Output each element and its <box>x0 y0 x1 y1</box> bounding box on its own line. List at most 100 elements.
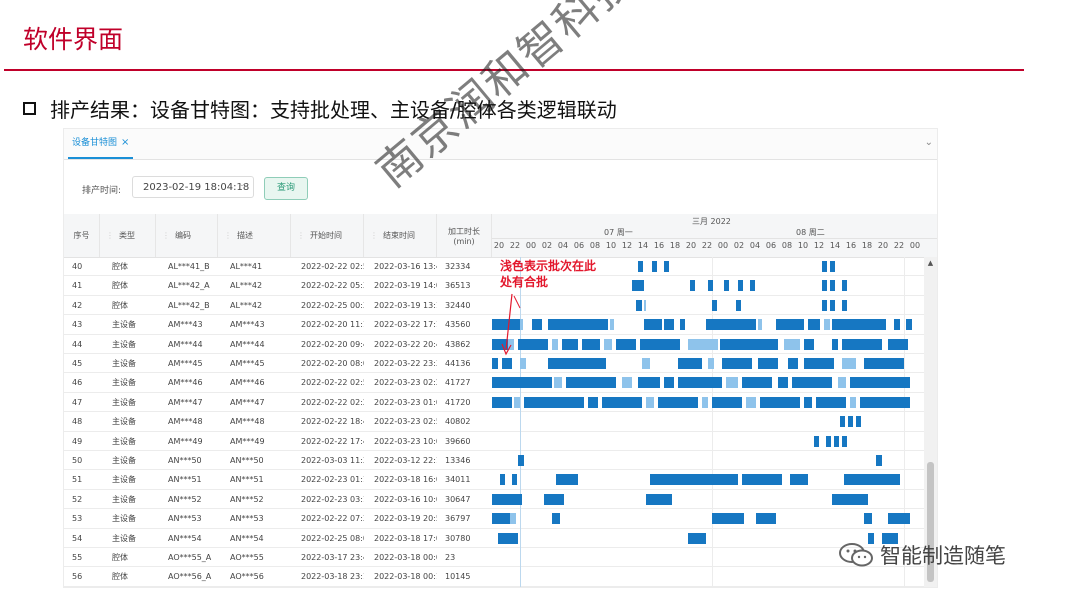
gantt-task-bar[interactable] <box>722 358 752 369</box>
gantt-task-bar[interactable] <box>664 319 674 331</box>
gantt-task-bar[interactable] <box>492 513 510 525</box>
gantt-task-bar[interactable] <box>644 319 662 331</box>
tab-equipment-gantt[interactable]: 设备甘特图 × <box>68 129 134 159</box>
gantt-task-bar[interactable] <box>826 435 831 447</box>
gantt-task-bar[interactable] <box>804 396 812 408</box>
gantt-task-bar[interactable] <box>832 338 838 350</box>
gantt-task-bar[interactable] <box>788 358 798 369</box>
gantt-task-bar[interactable] <box>544 493 564 505</box>
gantt-task-bar[interactable] <box>498 532 518 544</box>
gantt-task-bar[interactable] <box>864 513 872 525</box>
gantt-task-bar[interactable] <box>750 280 755 292</box>
gantt-task-bar[interactable] <box>822 261 827 272</box>
gantt-task-bar[interactable] <box>664 377 674 389</box>
gantt-task-bar[interactable] <box>778 377 788 389</box>
gantt-task-bar[interactable] <box>642 358 650 369</box>
gantt-task-bar[interactable] <box>492 396 512 408</box>
gantt-task-bar[interactable] <box>842 435 847 447</box>
gantt-task-bar[interactable] <box>814 435 819 447</box>
gantt-task-bar[interactable] <box>816 396 846 408</box>
gantt-task-bar[interactable] <box>906 319 912 331</box>
gantt-task-bar[interactable] <box>636 299 642 311</box>
gantt-task-bar[interactable] <box>848 416 853 428</box>
gantt-task-bar[interactable] <box>510 513 516 525</box>
vertical-scrollbar[interactable]: ▲ <box>924 257 937 587</box>
gantt-task-bar[interactable] <box>850 377 910 389</box>
gantt-task-bar[interactable] <box>688 532 706 544</box>
gantt-task-bar[interactable] <box>790 474 808 486</box>
gantt-task-bar[interactable] <box>500 474 505 486</box>
gantt-task-bar[interactable] <box>552 338 558 350</box>
col-seq[interactable]: 序号 <box>64 214 100 257</box>
schedule-time-picker[interactable]: 2023-02-19 18:04:18 ﹀ <box>132 176 254 198</box>
gantt-task-bar[interactable] <box>834 435 839 447</box>
close-icon[interactable]: × <box>121 129 129 158</box>
gantt-task-bar[interactable] <box>616 338 636 350</box>
gantt-task-bar[interactable] <box>712 299 717 311</box>
gantt-task-bar[interactable] <box>756 513 776 525</box>
gantt-task-bar[interactable] <box>556 474 578 486</box>
gantt-task-bar[interactable] <box>708 280 713 292</box>
col-desc[interactable]: ⋮ 描述 <box>218 214 291 257</box>
gantt-task-bar[interactable] <box>552 513 560 525</box>
gantt-task-bar[interactable] <box>840 416 845 428</box>
col-type[interactable]: ⋮ 类型 <box>100 214 156 257</box>
gantt-task-bar[interactable] <box>646 493 672 505</box>
gantt-task-bar[interactable] <box>758 319 762 331</box>
gantt-task-bar[interactable] <box>758 358 778 369</box>
gantt-task-bar[interactable] <box>856 416 861 428</box>
gantt-task-bar[interactable] <box>736 299 741 311</box>
gantt-task-bar[interactable] <box>678 377 722 389</box>
gantt-task-bar[interactable] <box>830 280 835 292</box>
gantt-task-bar[interactable] <box>690 280 695 292</box>
col-code[interactable]: ⋮ 编码 <box>156 214 218 257</box>
gantt-task-bar[interactable] <box>842 338 882 350</box>
gantt-task-bar[interactable] <box>864 358 904 369</box>
gantt-task-bar[interactable] <box>512 474 517 486</box>
gantt-task-bar[interactable] <box>742 474 782 486</box>
gantt-task-bar[interactable] <box>492 493 522 505</box>
gantt-task-bar[interactable] <box>724 280 729 292</box>
gantt-task-bar[interactable] <box>602 396 642 408</box>
gantt-task-bar[interactable] <box>532 319 542 331</box>
gantt-task-bar[interactable] <box>706 319 756 331</box>
gantt-task-bar[interactable] <box>726 377 738 389</box>
gantt-task-bar[interactable] <box>622 377 632 389</box>
gantt-task-bar[interactable] <box>664 261 669 272</box>
gantt-task-bar[interactable] <box>888 338 908 350</box>
gantt-task-bar[interactable] <box>680 319 685 331</box>
gantt-task-bar[interactable] <box>678 358 702 369</box>
gantt-task-bar[interactable] <box>824 319 830 331</box>
gantt-task-bar[interactable] <box>632 280 644 292</box>
gantt-task-bar[interactable] <box>702 396 708 408</box>
gantt-task-bar[interactable] <box>562 338 578 350</box>
gantt-task-bar[interactable] <box>658 396 698 408</box>
gantt-task-bar[interactable] <box>844 474 900 486</box>
gantt-task-bar[interactable] <box>492 358 498 369</box>
gantt-task-bar[interactable] <box>776 319 804 331</box>
gantt-task-bar[interactable] <box>720 338 738 350</box>
scroll-up-arrow-icon[interactable]: ▲ <box>924 259 937 267</box>
gantt-task-bar[interactable] <box>842 280 847 292</box>
gantt-task-bar[interactable] <box>830 261 835 272</box>
gantt-task-bar[interactable] <box>604 338 612 350</box>
gantt-task-bar[interactable] <box>830 299 835 311</box>
gantt-task-bar[interactable] <box>804 358 834 369</box>
gantt-task-bar[interactable] <box>860 396 910 408</box>
gantt-task-bar[interactable] <box>688 338 718 350</box>
gantt-task-bar[interactable] <box>760 396 800 408</box>
gantt-task-bar[interactable] <box>808 319 820 331</box>
gantt-task-bar[interactable] <box>514 396 520 408</box>
gantt-task-bar[interactable] <box>742 377 772 389</box>
gantt-task-bar[interactable] <box>652 261 657 272</box>
gantt-task-bar[interactable] <box>554 377 562 389</box>
gantt-task-bar[interactable] <box>804 338 814 350</box>
gantt-task-bar[interactable] <box>822 280 827 292</box>
gantt-task-bar[interactable] <box>842 299 847 311</box>
col-end[interactable]: ⋮ 结束时间 <box>364 214 437 257</box>
gantt-task-bar[interactable] <box>876 455 882 466</box>
gantt-task-bar[interactable] <box>832 319 886 331</box>
gantt-task-bar[interactable] <box>738 280 743 292</box>
gantt-task-bar[interactable] <box>548 319 608 331</box>
gantt-task-bar[interactable] <box>646 396 654 408</box>
